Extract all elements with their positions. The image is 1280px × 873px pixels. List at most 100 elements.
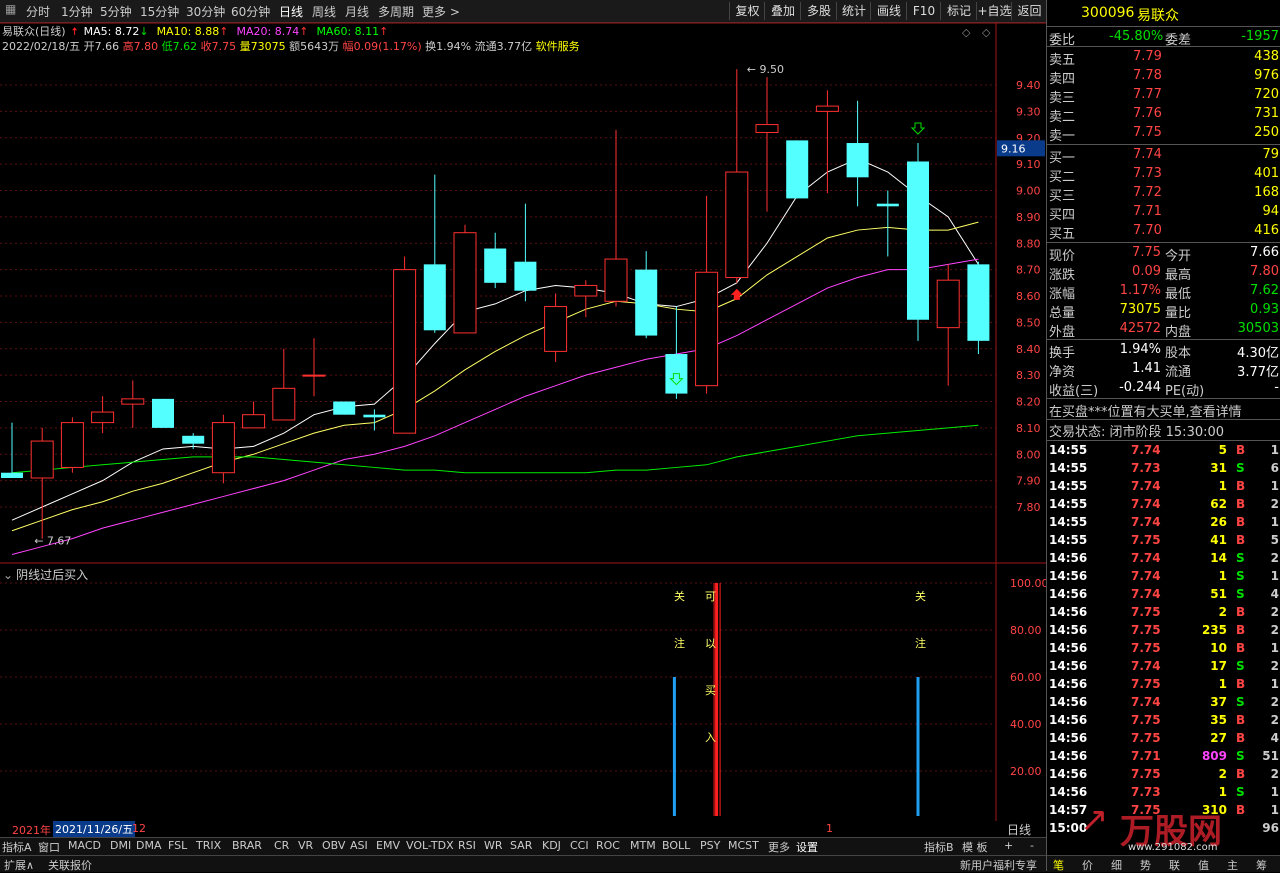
- indicator-tab-3[interactable]: DMI: [110, 839, 131, 852]
- candle-body: [635, 269, 658, 336]
- stat-label: 量比: [1165, 306, 1192, 321]
- big-order-notice[interactable]: 在买盘***位置有大买单,查看详情: [1047, 400, 1280, 420]
- toolbar-button-7[interactable]: +自选: [976, 2, 1012, 20]
- indicator-tab-8[interactable]: CR: [274, 839, 289, 852]
- menu-grid-icon[interactable]: ▦: [5, 2, 16, 16]
- tick-row: 14:56 7.73 1 S 1: [1047, 783, 1280, 801]
- tick-side: B: [1236, 713, 1246, 727]
- period-label[interactable]: 日线: [1007, 821, 1031, 838]
- asks-price: 7.77: [1133, 87, 1162, 102]
- period-9[interactable]: 多周期: [378, 3, 414, 20]
- indicator-tab-7[interactable]: BRAR: [232, 839, 262, 852]
- indicator-tab-5[interactable]: FSL: [168, 839, 187, 852]
- indicator-title[interactable]: ⌄ 阴线过后买入: [3, 566, 88, 583]
- tick-price: 7.75: [1131, 605, 1161, 619]
- period-0[interactable]: 分时: [26, 3, 50, 20]
- indicator-tab-1[interactable]: 窗口: [38, 839, 60, 855]
- separator: [1047, 46, 1280, 47]
- indicator-tab-16[interactable]: SAR: [510, 839, 532, 852]
- period-8[interactable]: 月线: [345, 3, 369, 20]
- candle-body: [695, 271, 719, 387]
- indicator-tab-9[interactable]: VR: [298, 839, 313, 852]
- toolbar-button-2[interactable]: 多股: [800, 2, 837, 20]
- toolbar-button-4[interactable]: 画线: [870, 2, 907, 20]
- kline-chart[interactable]: 9.409.309.209.109.008.908.808.708.608.50…: [0, 22, 1046, 821]
- tick-volume: 1: [1218, 677, 1227, 691]
- toolbar-button-0[interactable]: 复权: [729, 2, 765, 20]
- indicator-right-tab-0[interactable]: 指标B: [924, 839, 954, 855]
- ma-arrow-2: ↑: [299, 25, 309, 38]
- price-tick-label: 9.10: [1016, 158, 1041, 171]
- tick-price: 7.74: [1131, 515, 1161, 529]
- up-arrow-icon: 🠅: [71, 25, 78, 38]
- bids-label: 买四: [1049, 208, 1076, 223]
- toolbar-button-3[interactable]: 统计: [836, 2, 871, 20]
- tick-count: 4: [1270, 587, 1279, 601]
- watermark-logo: ↗ 万股网 www.291082.com: [1080, 800, 1280, 860]
- indicator-tab-4[interactable]: DMA: [136, 839, 162, 852]
- indicator-tab-12[interactable]: EMV: [376, 839, 400, 852]
- indicator-tab-25[interactable]: 设置: [796, 839, 818, 855]
- quote-panel: 300096 易联众 委比 -45.80% 委差 -1957 卖五 7.79 438 卖四 7.78…: [1046, 0, 1280, 872]
- toolbar-button-5[interactable]: F10: [906, 2, 941, 20]
- indicator-right-tab-1[interactable]: 模 板: [962, 839, 988, 855]
- diamond-icon-2[interactable]: ◇: [982, 26, 991, 39]
- period-5[interactable]: 60分钟: [231, 3, 270, 20]
- period-4[interactable]: 30分钟: [186, 3, 225, 20]
- indicator-tab-20[interactable]: MTM: [630, 839, 656, 852]
- indicator-tab-10[interactable]: OBV: [322, 839, 345, 852]
- chevron-down-icon[interactable]: ⌄: [3, 568, 13, 582]
- diamond-icon[interactable]: ◇: [962, 26, 971, 39]
- toolbar-button-6[interactable]: 标记: [940, 2, 977, 20]
- indicator-tab-15[interactable]: WR: [484, 839, 503, 852]
- tick-count: 4: [1270, 731, 1279, 745]
- separator: [1047, 144, 1280, 145]
- indicator-tab-19[interactable]: ROC: [596, 839, 620, 852]
- price-tick-label: 8.10: [1016, 422, 1041, 435]
- period-10[interactable]: 更多 >: [422, 3, 460, 20]
- toolbar-button-1[interactable]: 叠加: [764, 2, 801, 20]
- bids-price: 7.71: [1133, 204, 1162, 219]
- period-1[interactable]: 1分钟: [61, 3, 93, 20]
- tick-volume: 1: [1218, 479, 1227, 493]
- candle-body: [907, 161, 929, 320]
- period-7[interactable]: 周线: [312, 3, 336, 20]
- indicator-tab-24[interactable]: 更多: [768, 839, 790, 855]
- weibi-row: 委比 -45.80% 委差 -1957: [1047, 28, 1280, 48]
- separator: [1047, 26, 1280, 27]
- asks-price: 7.75: [1133, 125, 1162, 140]
- indicator-tab-14[interactable]: RSI: [458, 839, 476, 852]
- candle-body: [453, 232, 477, 334]
- indicator-tab-17[interactable]: KDJ: [542, 839, 561, 852]
- candle-body: [30, 440, 54, 479]
- indicator-tab-18[interactable]: CCI: [570, 839, 589, 852]
- high-annotation: ← 9.50: [747, 63, 784, 76]
- tick-row: 14:56 7.75 27 B 4: [1047, 729, 1280, 747]
- guanzhu1-char: 注: [674, 636, 685, 650]
- indicator-tab-22[interactable]: PSY: [700, 839, 720, 852]
- indicator-tab-2[interactable]: MACD: [68, 839, 101, 852]
- info-part: 软件服务: [535, 40, 580, 53]
- price-tick-label: 8.60: [1016, 290, 1041, 303]
- indicator-tab-13[interactable]: VOL-TDX: [406, 839, 454, 852]
- indicator-tab-21[interactable]: BOLL: [662, 839, 690, 852]
- indicator-right-tab-3[interactable]: -: [1030, 839, 1034, 852]
- stat2-row: 收益(三) -0.244 PE(动) -: [1047, 379, 1280, 399]
- stat-label: 今开: [1165, 249, 1192, 264]
- indicator-tab-6[interactable]: TRIX: [196, 839, 221, 852]
- indicator-tab-11[interactable]: ASI: [350, 839, 368, 852]
- stat-label: 涨幅: [1049, 287, 1076, 302]
- indicator-tab-0[interactable]: 指标A: [2, 839, 32, 855]
- period-6[interactable]: 日线: [279, 3, 303, 20]
- indicator-right-tab-2[interactable]: +: [1004, 839, 1013, 852]
- tick-row: 14:56 7.75 1 B 1: [1047, 675, 1280, 693]
- toolbar-button-8[interactable]: 返回: [1011, 2, 1047, 20]
- period-2[interactable]: 5分钟: [100, 3, 132, 20]
- stat-value: 30503: [1237, 321, 1279, 336]
- date-year: 2021年: [12, 824, 51, 837]
- price-tick-label: 7.80: [1016, 501, 1041, 514]
- asks-row: 卖五 7.79 438: [1047, 48, 1280, 68]
- price-tick-label: 8.50: [1016, 316, 1041, 329]
- indicator-tab-23[interactable]: MCST: [728, 839, 759, 852]
- period-3[interactable]: 15分钟: [140, 3, 179, 20]
